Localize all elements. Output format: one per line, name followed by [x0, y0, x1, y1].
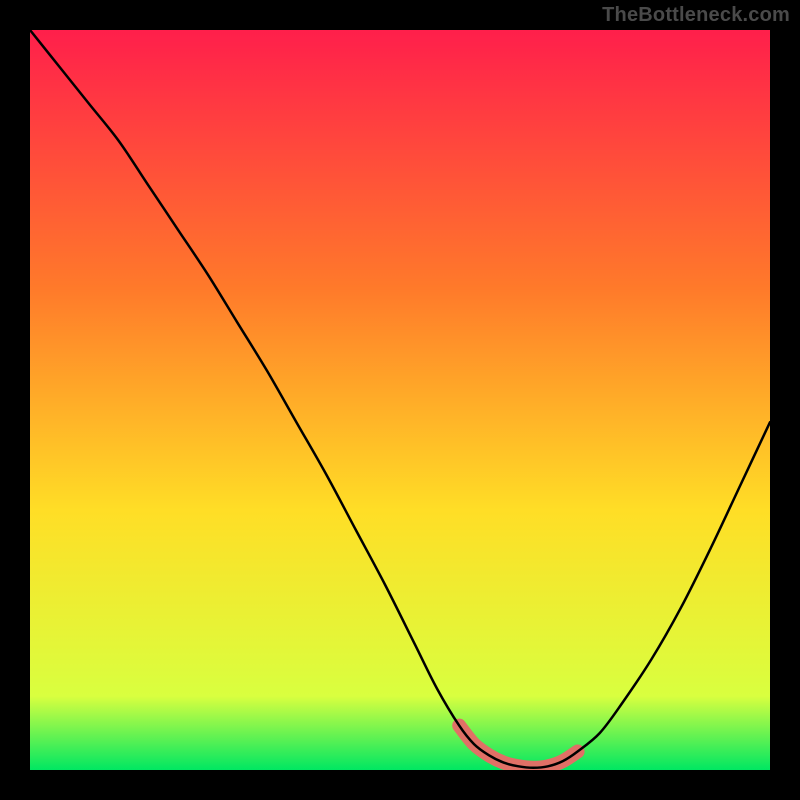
- chart-container: TheBottleneck.com: [0, 0, 800, 800]
- plot-area: [30, 30, 770, 770]
- chart-svg: [30, 30, 770, 770]
- attribution-text: TheBottleneck.com: [602, 4, 790, 27]
- gradient-background: [30, 30, 770, 770]
